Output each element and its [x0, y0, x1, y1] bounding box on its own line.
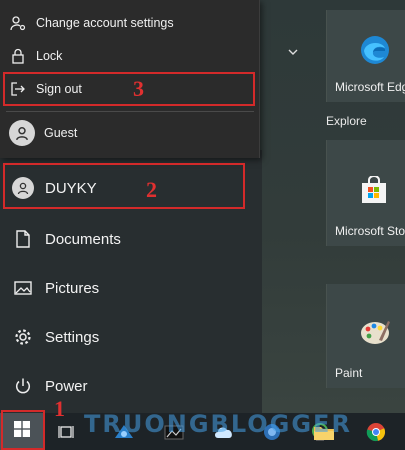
rail-power-label: Power [45, 377, 88, 395]
annotation-box-sign-out [3, 72, 255, 106]
change-account-settings-label: Change account settings [36, 16, 174, 30]
person-gear-icon [0, 15, 36, 31]
change-account-settings-item[interactable]: Change account settings [0, 8, 260, 38]
tile-store-label: Microsoft Store [335, 224, 405, 238]
watermark: TRUONGBLOGGER [84, 410, 352, 438]
tile-microsoft-edge[interactable]: Microsoft Edge [326, 10, 405, 102]
annotation-box-start [1, 410, 45, 450]
power-icon [0, 377, 45, 395]
lock-icon [0, 48, 36, 64]
chevron-down-icon[interactable] [287, 44, 299, 62]
guest-avatar-icon [0, 120, 44, 146]
rail-pictures-label: Pictures [45, 279, 100, 297]
guest-label: Guest [44, 126, 78, 140]
rail-item-settings[interactable]: Settings [0, 314, 262, 360]
annotation-box-user [3, 163, 245, 209]
chrome-icon[interactable] [362, 417, 390, 447]
lock-label: Lock [36, 49, 63, 63]
document-icon [0, 230, 45, 248]
rail-item-pictures[interactable]: Pictures [0, 265, 262, 311]
guest-item[interactable]: Guest [0, 118, 260, 148]
annotation-step-2: 2 [146, 177, 157, 202]
tile-group-explore: Explore [326, 114, 367, 128]
store-icon [361, 175, 387, 209]
rail-settings-label: Settings [45, 328, 100, 346]
rail-documents-label: Documents [45, 230, 121, 248]
annotation-step-1: 1 [54, 396, 65, 421]
gear-icon [0, 328, 45, 346]
tile-paint[interactable]: Paint [326, 284, 405, 388]
rail-item-documents[interactable]: Documents [0, 216, 262, 262]
picture-icon [0, 280, 45, 296]
rail-item-power[interactable]: Power [0, 363, 262, 409]
tile-paint-label: Paint [335, 366, 363, 380]
tile-microsoft-store[interactable]: Microsoft Store [326, 140, 405, 246]
tile-edge-label: Microsoft Edge [335, 80, 405, 94]
edge-icon [359, 34, 391, 71]
lock-item[interactable]: Lock [0, 41, 260, 71]
annotation-step-3: 3 [133, 76, 144, 101]
flyout-divider [6, 111, 254, 112]
paint-palette-icon [359, 318, 391, 351]
